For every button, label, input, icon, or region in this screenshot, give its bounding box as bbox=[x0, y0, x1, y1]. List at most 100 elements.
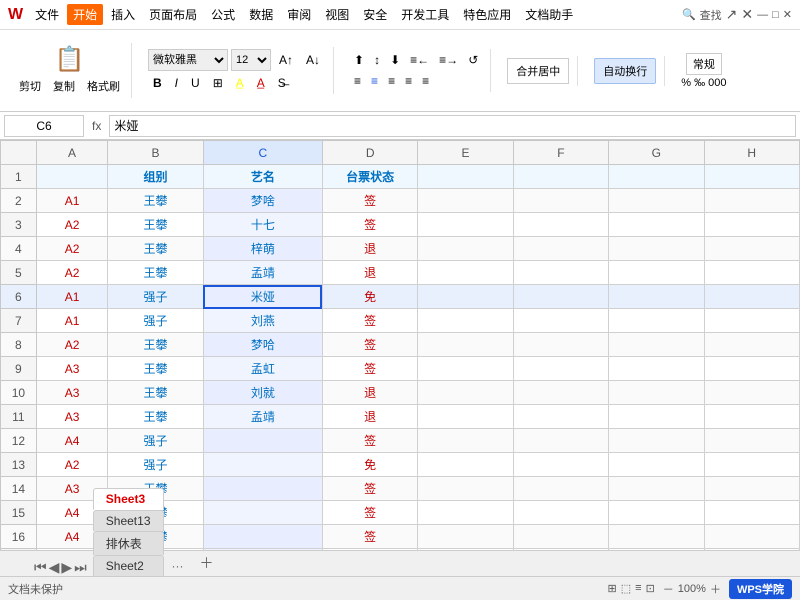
cell-d16[interactable]: 签 bbox=[322, 525, 417, 549]
cell-h13[interactable] bbox=[704, 453, 799, 477]
cell-b7[interactable]: 强子 bbox=[108, 309, 203, 333]
indent-increase-button[interactable]: ≡→ bbox=[435, 51, 462, 69]
cell-e7[interactable] bbox=[418, 309, 513, 333]
cell-c9[interactable]: 孟虹 bbox=[203, 357, 322, 381]
menu-view[interactable]: 视图 bbox=[319, 4, 355, 25]
cell-h4[interactable] bbox=[704, 237, 799, 261]
cell-h17[interactable] bbox=[704, 549, 799, 551]
cell-a12[interactable]: A4 bbox=[36, 429, 108, 453]
cell-f15[interactable] bbox=[513, 501, 608, 525]
cell-h6[interactable] bbox=[704, 285, 799, 309]
cell-c15[interactable] bbox=[203, 501, 322, 525]
col-header-a[interactable]: A bbox=[36, 141, 108, 165]
cell-b5[interactable]: 王攀 bbox=[108, 261, 203, 285]
cell-b13[interactable]: 强子 bbox=[108, 453, 203, 477]
cell-b1[interactable]: 组别 bbox=[108, 165, 203, 189]
cell-c14[interactable] bbox=[203, 477, 322, 501]
font-name-select[interactable]: 微软雅黑 bbox=[148, 49, 228, 71]
cell-a10[interactable]: A3 bbox=[36, 381, 108, 405]
minimize-icon[interactable]: — bbox=[757, 9, 768, 21]
cell-c11[interactable]: 孟靖 bbox=[203, 405, 322, 429]
sheet-more-button[interactable]: ··· bbox=[166, 556, 190, 576]
align-distributed-button[interactable]: ≡ bbox=[418, 72, 433, 90]
cell-d5[interactable]: 退 bbox=[322, 261, 417, 285]
cell-e9[interactable] bbox=[418, 357, 513, 381]
wps-academy-badge[interactable]: WPS学院 bbox=[729, 579, 792, 599]
cell-h7[interactable] bbox=[704, 309, 799, 333]
cell-g13[interactable] bbox=[609, 453, 704, 477]
align-middle-button[interactable]: ↕ bbox=[370, 51, 384, 69]
close-icon[interactable]: ✕ bbox=[741, 6, 753, 23]
cell-h16[interactable] bbox=[704, 525, 799, 549]
cell-d9[interactable]: 签 bbox=[322, 357, 417, 381]
cell-reference-input[interactable] bbox=[4, 115, 84, 137]
cell-b10[interactable]: 王攀 bbox=[108, 381, 203, 405]
cell-c4[interactable]: 梓萌 bbox=[203, 237, 322, 261]
cell-h2[interactable] bbox=[704, 189, 799, 213]
sheet-tab-Sheet13[interactable]: Sheet13 bbox=[93, 510, 164, 531]
sheet-nav-prev[interactable]: ◀ bbox=[49, 559, 60, 576]
cell-e1[interactable] bbox=[418, 165, 513, 189]
align-left-button[interactable]: ≡ bbox=[350, 72, 365, 90]
menu-file[interactable]: 文件 bbox=[29, 4, 65, 25]
share-icon[interactable]: ↗ bbox=[726, 6, 738, 23]
cell-e14[interactable] bbox=[418, 477, 513, 501]
sheet-nav-first[interactable]: ⏮ bbox=[34, 559, 47, 576]
bold-button[interactable]: B bbox=[148, 74, 167, 92]
cell-f10[interactable] bbox=[513, 381, 608, 405]
font-size-increase-icon[interactable]: A↑ bbox=[274, 51, 298, 69]
col-header-f[interactable]: F bbox=[513, 141, 608, 165]
col-header-e[interactable]: E bbox=[418, 141, 513, 165]
cell-d2[interactable]: 签 bbox=[322, 189, 417, 213]
cell-e15[interactable] bbox=[418, 501, 513, 525]
font-color-button[interactable]: A̲ bbox=[252, 74, 270, 92]
cell-g8[interactable] bbox=[609, 333, 704, 357]
cell-a9[interactable]: A3 bbox=[36, 357, 108, 381]
cell-f8[interactable] bbox=[513, 333, 608, 357]
cell-a1[interactable] bbox=[36, 165, 108, 189]
sheet-tab-Sheet2[interactable]: Sheet2 bbox=[93, 555, 164, 576]
italic-button[interactable]: I bbox=[170, 74, 183, 92]
menu-special-app[interactable]: 特色应用 bbox=[457, 4, 517, 25]
cell-e10[interactable] bbox=[418, 381, 513, 405]
cell-g2[interactable] bbox=[609, 189, 704, 213]
col-header-h[interactable]: H bbox=[704, 141, 799, 165]
cell-a5[interactable]: A2 bbox=[36, 261, 108, 285]
page-view-icon[interactable]: ⬚ bbox=[621, 582, 631, 595]
zoom-in-button[interactable]: ＋ bbox=[710, 581, 721, 597]
cell-d17[interactable]: 退 bbox=[322, 549, 417, 551]
cell-e8[interactable] bbox=[418, 333, 513, 357]
cell-e6[interactable] bbox=[418, 285, 513, 309]
wrap-button[interactable]: 自动换行 bbox=[594, 58, 656, 84]
copy-button[interactable]: 复制 bbox=[48, 76, 80, 96]
underline-button[interactable]: U bbox=[186, 74, 205, 92]
align-justify-button[interactable]: ≡ bbox=[401, 72, 416, 90]
cell-b12[interactable]: 强子 bbox=[108, 429, 203, 453]
cell-a4[interactable]: A2 bbox=[36, 237, 108, 261]
cell-g3[interactable] bbox=[609, 213, 704, 237]
normal-view-icon[interactable]: ⊞ bbox=[608, 582, 617, 595]
cell-f17[interactable] bbox=[513, 549, 608, 551]
cell-a6[interactable]: A1 bbox=[36, 285, 108, 309]
cell-e11[interactable] bbox=[418, 405, 513, 429]
cell-a13[interactable]: A2 bbox=[36, 453, 108, 477]
menu-insert[interactable]: 插入 bbox=[105, 4, 141, 25]
cell-e17[interactable] bbox=[418, 549, 513, 551]
text-direction-button[interactable]: ↺ bbox=[464, 51, 482, 69]
border-button[interactable]: ⊞ bbox=[208, 74, 228, 92]
cell-f5[interactable] bbox=[513, 261, 608, 285]
cell-f16[interactable] bbox=[513, 525, 608, 549]
cell-g12[interactable] bbox=[609, 429, 704, 453]
cell-d13[interactable]: 免 bbox=[322, 453, 417, 477]
cell-f12[interactable] bbox=[513, 429, 608, 453]
percent-button[interactable]: % ‰ 000 bbox=[681, 77, 726, 89]
cell-c8[interactable]: 梦哈 bbox=[203, 333, 322, 357]
menu-page-layout[interactable]: 页面布局 bbox=[143, 4, 203, 25]
cell-b9[interactable]: 王攀 bbox=[108, 357, 203, 381]
cell-g16[interactable] bbox=[609, 525, 704, 549]
cell-e12[interactable] bbox=[418, 429, 513, 453]
cell-g11[interactable] bbox=[609, 405, 704, 429]
cell-c10[interactable]: 刘就 bbox=[203, 381, 322, 405]
cell-d7[interactable]: 签 bbox=[322, 309, 417, 333]
cell-g14[interactable] bbox=[609, 477, 704, 501]
